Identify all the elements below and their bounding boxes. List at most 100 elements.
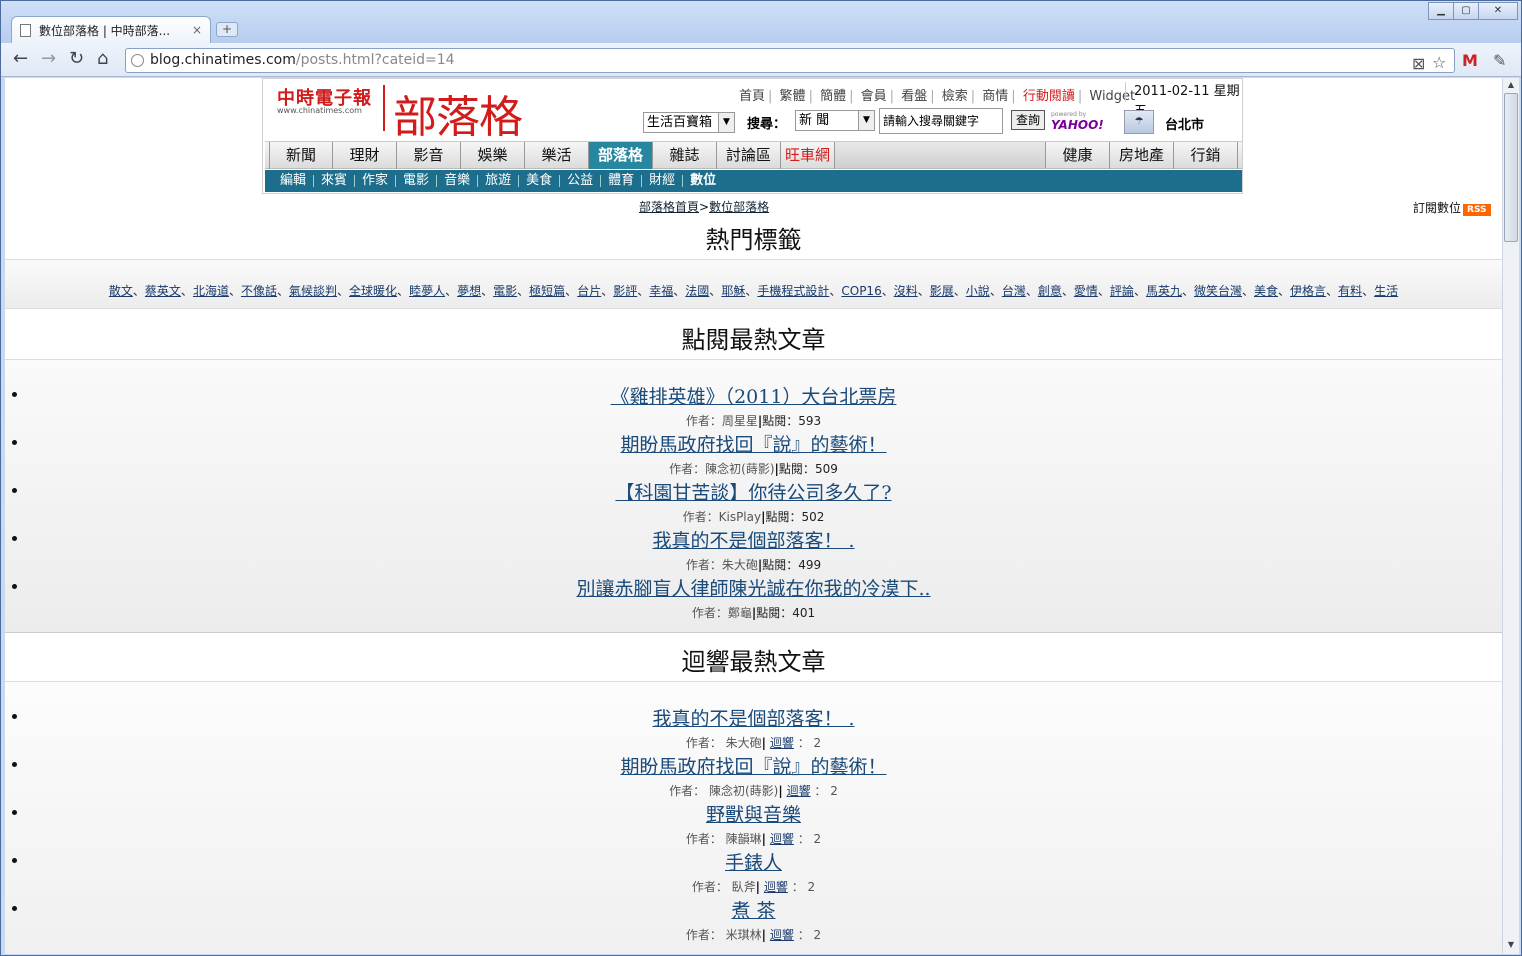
tag-link[interactable]: 小說 — [966, 284, 990, 298]
article-title-link[interactable]: 別讓赤腳盲人律師陳光誠在你我的冷漠下.. — [5, 574, 1502, 601]
tag-link[interactable]: 有料 — [1338, 284, 1362, 298]
tag-link[interactable]: 愛情 — [1074, 284, 1098, 298]
article-title-link[interactable]: 【科園甘苦談】你待公司多久了? — [5, 478, 1502, 505]
subnav-movie[interactable]: 電影 — [396, 174, 438, 187]
tag-link[interactable]: 睦夢人 — [409, 284, 445, 298]
tag-link[interactable]: 耶穌 — [721, 284, 745, 298]
nav-finance[interactable]: 理財 — [333, 142, 397, 169]
top-link-traditional[interactable]: 繁體 — [777, 89, 809, 104]
tag-link[interactable]: 創意 — [1038, 284, 1062, 298]
breadcrumb-current[interactable]: 數位部落格 — [709, 200, 769, 214]
nav-health[interactable]: 健康 — [1046, 142, 1110, 169]
tab-close-icon[interactable]: × — [192, 23, 202, 37]
reply-link[interactable]: 迴響 — [787, 784, 811, 798]
subnav-charity[interactable]: 公益 — [560, 174, 602, 187]
top-link-member[interactable]: 會員 — [858, 89, 890, 104]
subnav-economy[interactable]: 財經 — [642, 174, 684, 187]
nav-realestate[interactable]: 房地產 — [1110, 142, 1174, 169]
wrench-icon[interactable]: ✎ — [1493, 51, 1506, 70]
scroll-thumb[interactable] — [1504, 93, 1518, 242]
reply-link[interactable]: 迴響 — [770, 832, 794, 846]
top-link-search[interactable]: 檢索 — [939, 89, 971, 104]
tag-link[interactable]: 氣候談判 — [289, 284, 337, 298]
tag-link[interactable]: 沒料 — [894, 284, 918, 298]
tag-link[interactable]: 夢想 — [457, 284, 481, 298]
subnav-travel[interactable]: 旅遊 — [478, 174, 520, 187]
tag-link[interactable]: 蔡英文 — [145, 284, 181, 298]
search-input[interactable]: 請輸入搜尋關鍵字 — [879, 108, 1003, 134]
subnav-guest[interactable]: 來賓 — [314, 174, 356, 187]
close-window-button[interactable]: ✕ — [1478, 2, 1518, 20]
article-title-link[interactable]: 期盼馬政府找回『說』的藝術！ — [5, 430, 1502, 457]
subnav-writer[interactable]: 作家 — [355, 174, 397, 187]
tag-link[interactable]: 台片 — [577, 284, 601, 298]
nav-forum[interactable]: 討論區 — [717, 142, 781, 169]
nav-marketing[interactable]: 行銷 — [1174, 142, 1238, 169]
article-title-link[interactable]: 煮 茶 — [5, 896, 1502, 923]
weather-icon[interactable]: ☂ — [1124, 110, 1154, 134]
reload-button[interactable]: ↻ — [69, 49, 84, 69]
nav-magazine[interactable]: 雜誌 — [653, 142, 717, 169]
tag-link[interactable]: 馬英九 — [1146, 284, 1182, 298]
address-bar[interactable]: blog.chinatimes.com/posts.html?cateid=14… — [125, 48, 1455, 73]
tag-link[interactable]: 台灣 — [1002, 284, 1026, 298]
forward-button[interactable]: → — [41, 49, 56, 69]
tag-link[interactable]: 散文 — [109, 284, 133, 298]
nav-news[interactable]: 新聞 — [269, 142, 333, 169]
maximize-button[interactable]: ▢ — [1453, 2, 1479, 20]
star-icon[interactable]: ☆ — [1432, 51, 1446, 74]
article-title-link[interactable]: 手錶人 — [5, 848, 1502, 875]
top-link-home[interactable]: 首頁 — [736, 89, 768, 104]
search-type-select[interactable]: 新 聞 ▼ — [795, 110, 875, 131]
article-title-link[interactable]: 《雞排英雄》（2011）大台北票房 — [5, 382, 1502, 409]
browser-tab[interactable]: 數位部落格 | 中時部落... × — [11, 16, 211, 43]
tag-link[interactable]: 極短篇 — [529, 284, 565, 298]
article-title-link[interactable]: 我真的不是個部落客！ . — [5, 704, 1502, 731]
subnav-sports[interactable]: 體育 — [601, 174, 643, 187]
search-button[interactable]: 查詢 — [1011, 110, 1045, 130]
scroll-up-icon[interactable]: ▲ — [1504, 78, 1518, 92]
tag-link[interactable]: 全球暖化 — [349, 284, 397, 298]
rss-subscribe[interactable]: 訂閱數位 RSS — [1413, 199, 1491, 216]
article-title-link[interactable]: 野獸與音樂 — [5, 800, 1502, 827]
article-title-link[interactable]: 期盼馬政府找回『說』的藝術！ — [5, 752, 1502, 779]
reply-link[interactable]: 迴響 — [770, 736, 794, 750]
nav-entertainment[interactable]: 娛樂 — [461, 142, 525, 169]
nav-blog[interactable]: 部落格 — [589, 142, 653, 169]
minimize-button[interactable]: ▁ — [1428, 2, 1454, 20]
nav-car[interactable]: 旺車網 — [781, 142, 835, 169]
tag-link[interactable]: 影評 — [613, 284, 637, 298]
tag-link[interactable]: 不像話 — [241, 284, 277, 298]
breadcrumb-home[interactable]: 部落格首頁 — [639, 200, 699, 214]
article-title-link[interactable]: 我真的不是個部落客！ . — [5, 526, 1502, 553]
tag-link[interactable]: 法國 — [685, 284, 709, 298]
top-link-simplified[interactable]: 簡體 — [817, 89, 849, 104]
scroll-down-icon[interactable]: ▼ — [1504, 938, 1518, 952]
tag-link[interactable]: 評論 — [1110, 284, 1134, 298]
subnav-music[interactable]: 音樂 — [437, 174, 479, 187]
tag-link[interactable]: 生活 — [1374, 284, 1398, 298]
tag-link[interactable]: 美食 — [1254, 284, 1278, 298]
home-button[interactable]: ⌂ — [97, 49, 108, 69]
top-link-business[interactable]: 商情 — [979, 89, 1011, 104]
tag-link[interactable]: 電影 — [493, 284, 517, 298]
tag-link[interactable]: 手機程式設計 — [757, 284, 829, 298]
gmail-icon[interactable]: M — [1462, 51, 1478, 70]
top-link-market[interactable]: 看盤 — [898, 89, 930, 104]
blocked-popup-icon[interactable]: ⊠ — [1412, 52, 1425, 75]
blog-logo[interactable]: 部落格 — [393, 81, 523, 145]
tag-link[interactable]: 幸福 — [649, 284, 673, 298]
subnav-digital[interactable]: 數位 — [683, 174, 723, 187]
tag-link[interactable]: 微笑台灣 — [1194, 284, 1242, 298]
tag-link[interactable]: 北海道 — [193, 284, 229, 298]
vertical-scrollbar[interactable]: ▲ ▼ — [1502, 78, 1519, 954]
tag-link[interactable]: 影展 — [930, 284, 954, 298]
tag-link[interactable]: 伊格言 — [1290, 284, 1326, 298]
new-tab-button[interactable]: + — [216, 22, 238, 37]
nav-video[interactable]: 影音 — [397, 142, 461, 169]
reply-link[interactable]: 迴響 — [764, 880, 788, 894]
top-link-mobile[interactable]: 行動閱讀 — [1020, 89, 1078, 104]
subnav-editor[interactable]: 編輯 — [273, 174, 315, 187]
subnav-food[interactable]: 美食 — [519, 174, 561, 187]
back-button[interactable]: ← — [13, 49, 28, 69]
